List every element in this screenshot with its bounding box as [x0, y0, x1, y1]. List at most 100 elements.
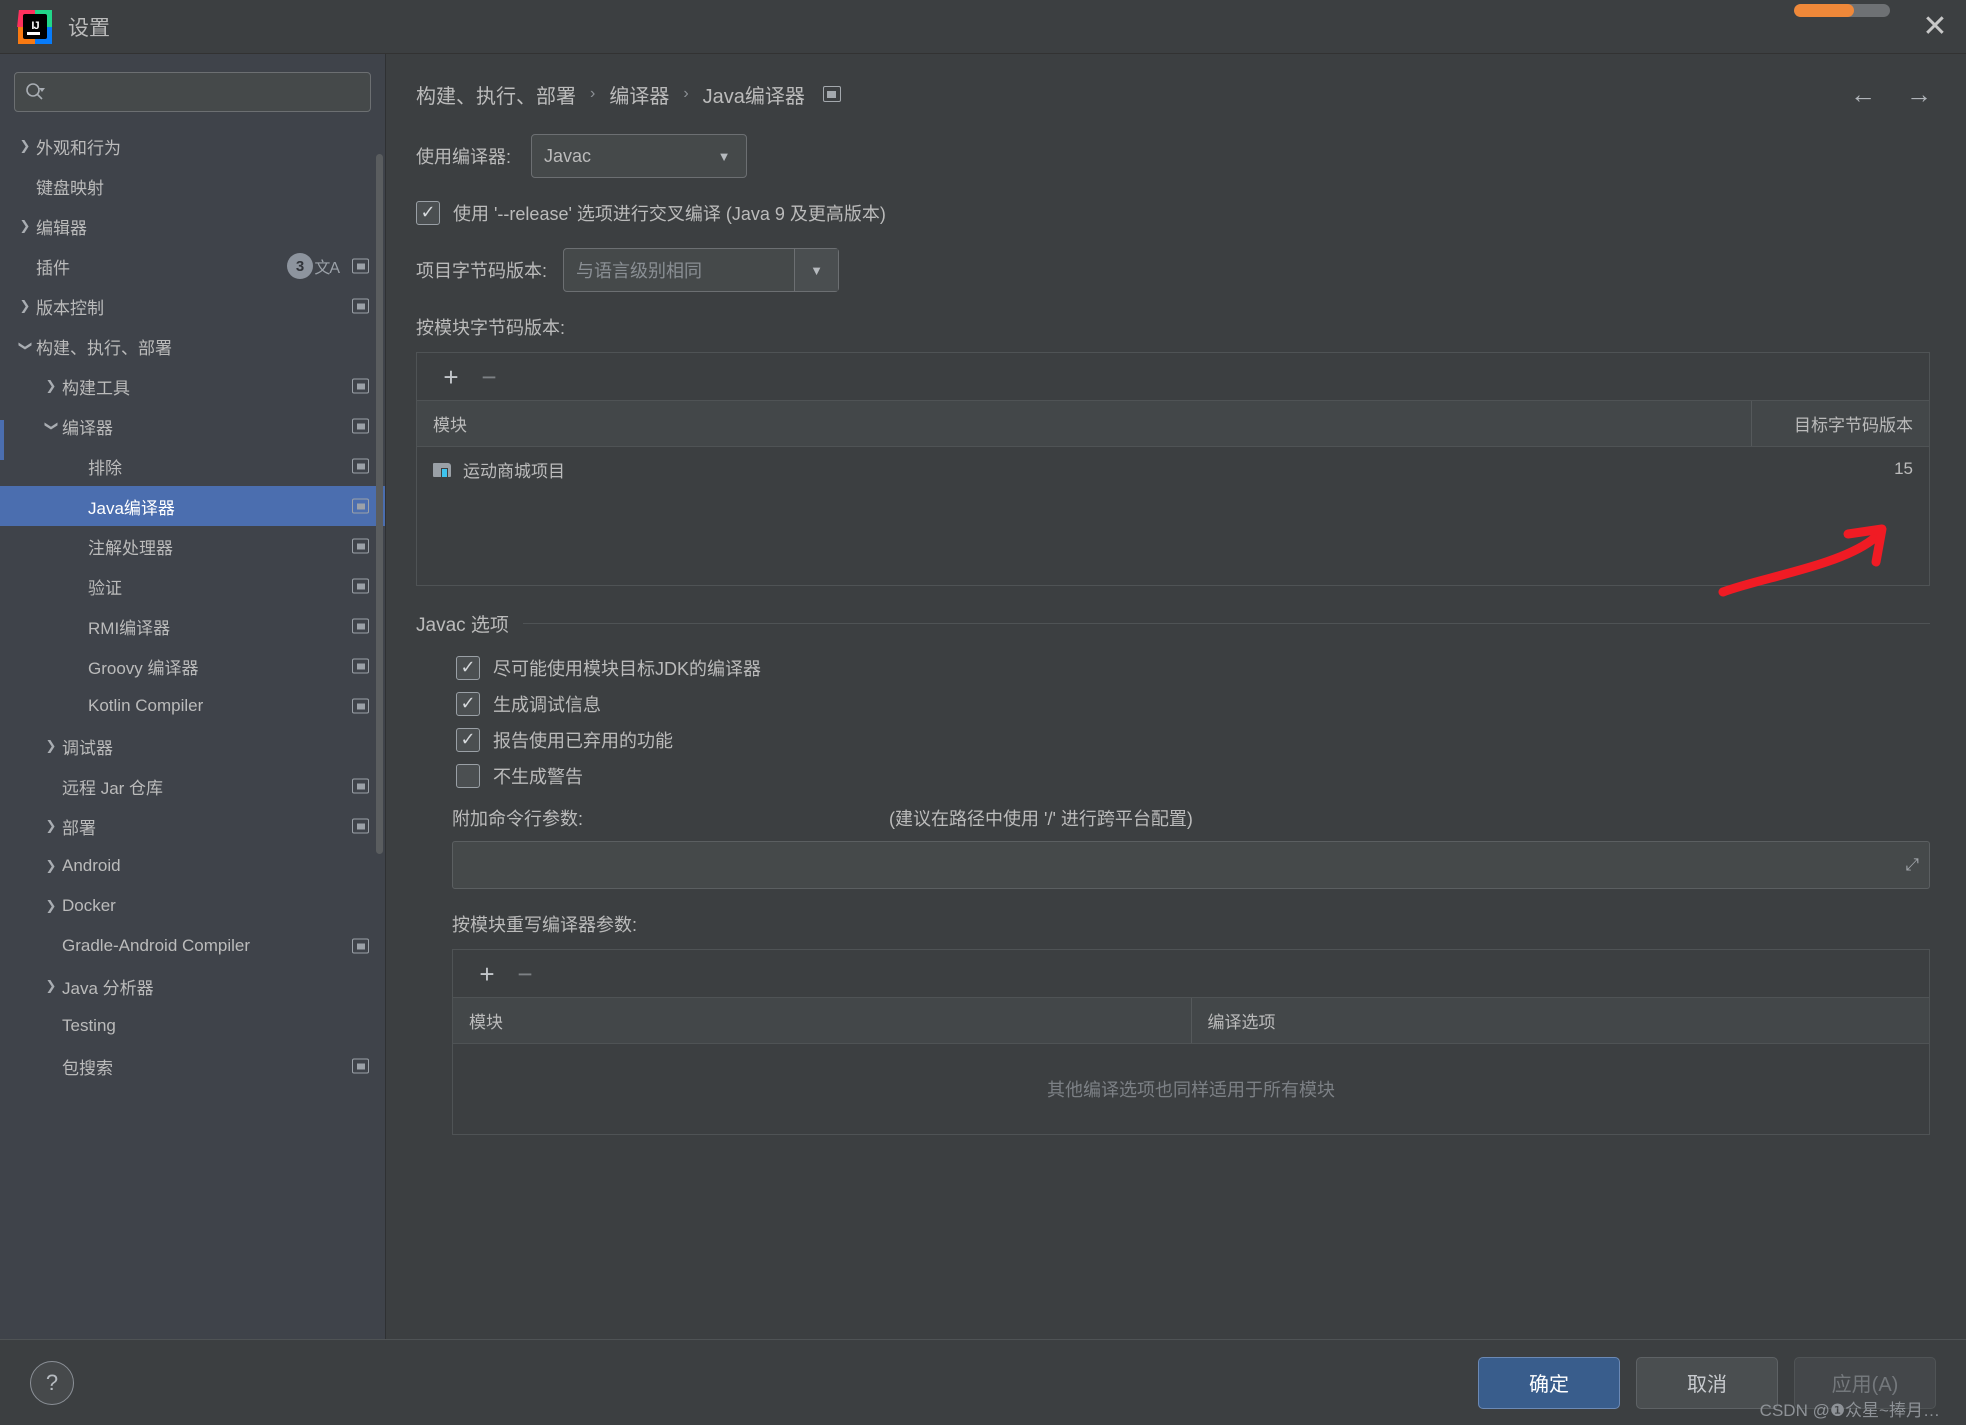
sidebar-item-8[interactable]: ❯排除 [0, 446, 385, 486]
sidebar-item-label: Docker [62, 896, 116, 915]
sidebar-item-label: 部署 [62, 818, 96, 838]
extra-args-hint: (建议在路径中使用 '/' 进行跨平台配置) [889, 809, 1193, 829]
selection-indicator [0, 420, 4, 460]
chevron-right-icon[interactable]: ❯ [40, 978, 62, 994]
breadcrumb-item-1[interactable]: 编译器 [609, 80, 669, 109]
settings-gear-icon[interactable] [352, 458, 369, 474]
javac-options-list: 尽可能使用模块目标JDK的编译器生成调试信息报告使用已弃用的功能不生成警告 [416, 655, 1930, 789]
release-checkbox[interactable] [416, 201, 440, 225]
chevron-right-icon[interactable]: ❯ [14, 138, 36, 154]
sidebar-item-20[interactable]: ❯Gradle-Android Compiler [0, 926, 385, 966]
chevron-down-icon[interactable]: ❯ [14, 338, 36, 354]
chevron-right-icon[interactable]: ❯ [40, 738, 62, 754]
settings-gear-icon[interactable] [352, 698, 369, 714]
sidebar-item-22[interactable]: ❯Testing [0, 1006, 385, 1046]
table-row[interactable]: 运动商城项目 15 [417, 447, 1929, 491]
close-icon[interactable]: ✕ [1904, 0, 1966, 54]
expand-icon[interactable]: ⤢ [1905, 855, 1919, 875]
column-header-module[interactable]: 模块 [417, 401, 1751, 446]
ok-button[interactable]: 确定 [1478, 1356, 1620, 1409]
sidebar-item-15[interactable]: ❯ 调试器 [0, 726, 385, 766]
sidebar-item-11[interactable]: ❯验证 [0, 566, 385, 606]
settings-main-panel: 构建、执行、部署 › 编译器 › Java编译器 ← → 使用编译器: Java… [386, 54, 1966, 1339]
remove-override-button[interactable]: − [509, 958, 541, 990]
settings-gear-icon[interactable] [352, 618, 369, 634]
chevron-right-icon[interactable]: ❯ [40, 898, 62, 914]
sidebar-item-label: 插件 [36, 258, 70, 278]
sidebar-item-label: 验证 [88, 578, 122, 598]
settings-gear-icon[interactable] [352, 298, 369, 314]
remove-module-button[interactable]: − [473, 361, 505, 393]
javac-option-checkbox-0[interactable] [456, 656, 480, 680]
settings-gear-icon[interactable] [352, 938, 369, 954]
chevron-right-icon[interactable]: ❯ [14, 298, 36, 314]
settings-gear-icon[interactable] [352, 818, 369, 834]
sidebar-item-10[interactable]: ❯注解处理器 [0, 526, 385, 566]
column-header-module[interactable]: 模块 [453, 998, 1191, 1043]
settings-sidebar: ❯外观和行为❯键盘映射❯编辑器❯插件3文A❯版本控制❯构建、执行、部署❯构建工具… [0, 54, 386, 1339]
chevron-down-icon[interactable]: ❯ [40, 418, 62, 434]
sidebar-item-label: Testing [62, 1016, 116, 1035]
sidebar-item-5[interactable]: ❯ 构建、执行、部署 [0, 326, 385, 366]
column-header-compile-options[interactable]: 编译选项 [1190, 998, 1930, 1043]
sidebar-item-label: 构建工具 [62, 378, 130, 398]
sidebar-item-16[interactable]: ❯远程 Jar 仓库 [0, 766, 385, 806]
extra-args-input[interactable]: ⤢ [452, 841, 1930, 889]
sidebar-item-21[interactable]: ❯ Java 分析器 [0, 966, 385, 1006]
project-bytecode-value: 与语言级别相同 [576, 261, 703, 281]
chevron-right-icon[interactable]: ❯ [40, 858, 62, 874]
release-checkbox-label: 使用 '--release' 选项进行交叉编译 (Java 9 及更高版本) [453, 204, 886, 224]
chevron-right-icon[interactable]: ❯ [40, 818, 62, 834]
breadcrumb-item-0[interactable]: 构建、执行、部署 [416, 80, 576, 109]
sidebar-item-4[interactable]: ❯ 版本控制 [0, 286, 385, 326]
sidebar-item-18[interactable]: ❯ Android [0, 846, 385, 886]
extra-args-row: 附加命令行参数: (建议在路径中使用 '/' 进行跨平台配置) [416, 805, 1930, 831]
javac-option-checkbox-1[interactable] [456, 692, 480, 716]
translate-icon[interactable]: 文A [314, 254, 340, 278]
help-button[interactable]: ? [30, 1360, 74, 1405]
add-override-button[interactable]: + [471, 958, 503, 990]
target-bytecode-cell[interactable]: 15 [1751, 447, 1929, 491]
column-header-target-bytecode[interactable]: 目标字节码版本 [1751, 401, 1929, 446]
sidebar-item-13[interactable]: ❯Groovy 编译器 [0, 646, 385, 686]
javac-option-checkbox-3[interactable] [456, 764, 480, 788]
settings-gear-icon[interactable] [352, 1058, 369, 1074]
cancel-button[interactable]: 取消 [1636, 1356, 1778, 1409]
settings-gear-icon[interactable] [352, 418, 369, 434]
chevron-right-icon[interactable]: ❯ [40, 378, 62, 394]
sidebar-item-23[interactable]: ❯包搜索 [0, 1046, 385, 1086]
sidebar-item-19[interactable]: ❯ Docker [0, 886, 385, 926]
sidebar-item-17[interactable]: ❯ 部署 [0, 806, 385, 846]
sidebar-item-0[interactable]: ❯ 外观和行为 [0, 126, 385, 166]
sidebar-item-7[interactable]: ❯ 编译器 [0, 406, 385, 446]
sidebar-item-9[interactable]: ❯Java编译器 [0, 486, 385, 526]
sidebar-scrollbar[interactable] [376, 154, 383, 854]
javac-option-checkbox-2[interactable] [456, 728, 480, 752]
sidebar-item-6[interactable]: ❯ 构建工具 [0, 366, 385, 406]
sidebar-item-1[interactable]: ❯键盘映射 [0, 166, 385, 206]
project-bytecode-select[interactable]: 与语言级别相同 ▼ [563, 248, 840, 292]
sidebar-item-12[interactable]: ❯RMI编译器 [0, 606, 385, 646]
forward-arrow-icon[interactable]: → [1906, 81, 1932, 107]
sidebar-item-2[interactable]: ❯ 编辑器 [0, 206, 385, 246]
settings-gear-icon[interactable] [352, 498, 369, 514]
add-module-button[interactable]: + [435, 361, 467, 393]
settings-gear-icon[interactable] [352, 658, 369, 674]
back-arrow-icon[interactable]: ← [1850, 81, 1876, 107]
search-input[interactable] [51, 83, 360, 101]
settings-gear-icon[interactable] [822, 86, 841, 102]
settings-gear-icon[interactable] [352, 578, 369, 594]
settings-gear-icon[interactable] [352, 538, 369, 554]
javac-option-label: 生成调试信息 [493, 695, 601, 715]
sidebar-item-14[interactable]: ❯Kotlin Compiler [0, 686, 385, 726]
chevron-right-icon[interactable]: ❯ [14, 218, 36, 234]
module-folder-icon [433, 461, 453, 478]
compiler-select[interactable]: Javac ▼ [531, 134, 748, 178]
search-box[interactable] [14, 72, 371, 112]
sidebar-item-3[interactable]: ❯插件 3文A [0, 246, 385, 286]
settings-gear-icon[interactable] [352, 258, 369, 274]
tree-spacer: ❯ [66, 618, 88, 634]
settings-gear-icon[interactable] [352, 378, 369, 394]
settings-gear-icon[interactable] [352, 778, 369, 794]
override-args-label: 按模块重写编译器参数: [452, 915, 637, 935]
